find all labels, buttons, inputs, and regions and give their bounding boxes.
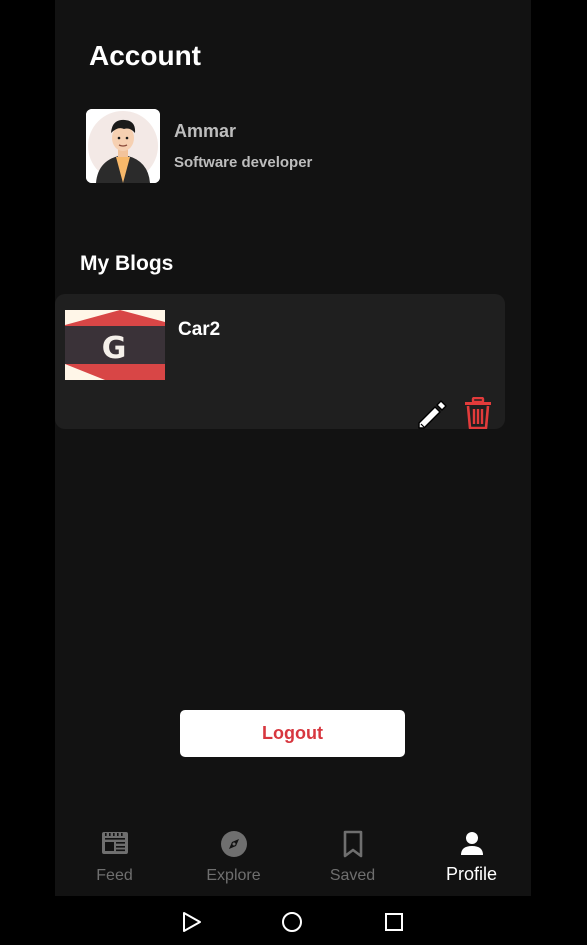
- blog-thumbnail: G: [65, 310, 165, 380]
- edit-icon[interactable]: [415, 397, 449, 431]
- tab-explore[interactable]: Explore: [174, 820, 293, 896]
- tab-explore-label: Explore: [206, 867, 261, 884]
- tab-saved-label: Saved: [329, 867, 376, 884]
- tab-profile-label: Profile: [445, 864, 498, 884]
- tab-feed[interactable]: Feed: [55, 820, 174, 896]
- bookmark-icon: [343, 830, 362, 858]
- tab-feed-label: Feed: [96, 867, 133, 884]
- feed-icon: [101, 832, 128, 854]
- person-icon: [460, 832, 483, 855]
- my-blogs-heading: My Blogs: [80, 252, 174, 275]
- blog-card[interactable]: G Car2: [55, 294, 505, 429]
- delete-icon[interactable]: [463, 397, 493, 429]
- avatar: [86, 109, 160, 183]
- bottom-tab-bar: Feed Explore Saved Profile: [55, 820, 531, 896]
- user-name: Ammar: [174, 121, 237, 141]
- tab-saved[interactable]: Saved: [293, 820, 412, 896]
- compass-icon: [220, 831, 247, 857]
- blog-title: Car2: [178, 319, 221, 340]
- user-role: Software developer: [174, 154, 313, 171]
- back-play-icon[interactable]: [183, 912, 201, 932]
- avatar-illustration: [86, 109, 160, 183]
- home-circle-icon[interactable]: [282, 912, 302, 932]
- logout-button[interactable]: Logout: [180, 710, 405, 757]
- svg-text:G: G: [102, 331, 127, 366]
- recents-square-icon[interactable]: [385, 913, 403, 931]
- app-screen: Account Ammar Software developer My Blog…: [55, 0, 531, 896]
- tab-profile[interactable]: Profile: [412, 820, 531, 896]
- system-navigation-bar: [0, 896, 587, 940]
- page-title: Account: [89, 40, 201, 71]
